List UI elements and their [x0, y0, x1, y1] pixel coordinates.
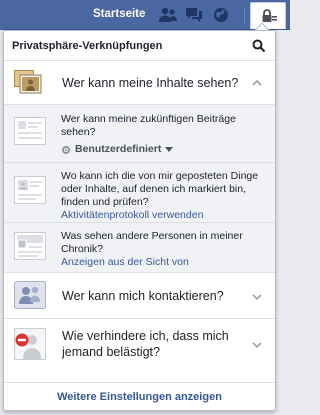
activity-log-link[interactable]: Aktivitätenprotokoll verwenden	[61, 209, 266, 222]
gear-icon	[62, 145, 70, 154]
contact-people-icon	[14, 281, 46, 309]
sub-item-view-as: Was sehen andere Personen in meiner Chro…	[4, 223, 275, 273]
panel-footer: Weitere Einstellungen anzeigen	[4, 382, 275, 410]
messages-icon[interactable]	[184, 6, 204, 24]
timeline-view-icon	[14, 232, 46, 260]
section-who-can-see[interactable]: Wer kann meine Inhalte sehen?	[4, 61, 275, 105]
section-label: Wer kann mich kontaktieren?	[62, 289, 224, 303]
privacy-lock-icon	[262, 9, 277, 22]
audience-selector[interactable]: Benutzerdefiniert	[61, 143, 174, 156]
panel-title: Privatsphäre-Verknüpfungen	[12, 40, 163, 52]
home-link[interactable]: Startseite	[93, 8, 145, 20]
sub-item-text: Was sehen andere Personen in meiner Chro…	[61, 230, 243, 255]
sub-item-activity-log: Wo kann ich die von mir geposteten Dinge…	[4, 163, 275, 223]
topbar-separator	[244, 7, 245, 23]
content-visibility-icon	[14, 70, 42, 94]
globe-icon[interactable]	[211, 6, 231, 24]
privacy-shortcuts-button[interactable]	[250, 2, 286, 29]
chevron-down-icon[interactable]	[252, 292, 262, 302]
block-user-icon	[14, 328, 46, 360]
privacy-shortcuts-panel: Privatsphäre-Verknüpfungen Wer kann mein…	[3, 30, 276, 411]
section-block-harassment[interactable]: Wie verhindere ich, dass mich jemand bel…	[4, 319, 275, 371]
search-icon[interactable]	[252, 39, 266, 53]
audience-selector-label: Benutzerdefiniert	[75, 143, 162, 155]
more-settings-link[interactable]: Weitere Einstellungen anzeigen	[57, 391, 222, 403]
sub-item-future-posts: Wer kann meine zukünftigen Beiträge sehe…	[4, 105, 275, 163]
future-posts-icon	[14, 117, 46, 145]
friends-icon[interactable]	[158, 6, 178, 24]
section-label: Wer kann meine Inhalte sehen?	[62, 76, 239, 90]
view-as-link[interactable]: Anzeigen aus der Sicht von	[61, 256, 266, 269]
activity-log-icon	[14, 176, 46, 204]
caret-down-icon	[165, 146, 174, 152]
panel-header: Privatsphäre-Verknüpfungen	[4, 31, 275, 61]
section-who-can-contact[interactable]: Wer kann mich kontaktieren?	[4, 273, 275, 319]
sub-item-text: Wer kann meine zukünftigen Beiträge sehe…	[61, 113, 236, 138]
sub-item-text: Wo kann ich die von mir geposteten Dinge…	[61, 170, 259, 208]
chevron-down-icon[interactable]	[252, 340, 262, 350]
section-label: Wie verhindere ich, dass mich jemand bel…	[62, 329, 229, 359]
chevron-up-icon[interactable]	[252, 78, 262, 88]
top-navigation-bar: Startseite	[0, 0, 290, 30]
